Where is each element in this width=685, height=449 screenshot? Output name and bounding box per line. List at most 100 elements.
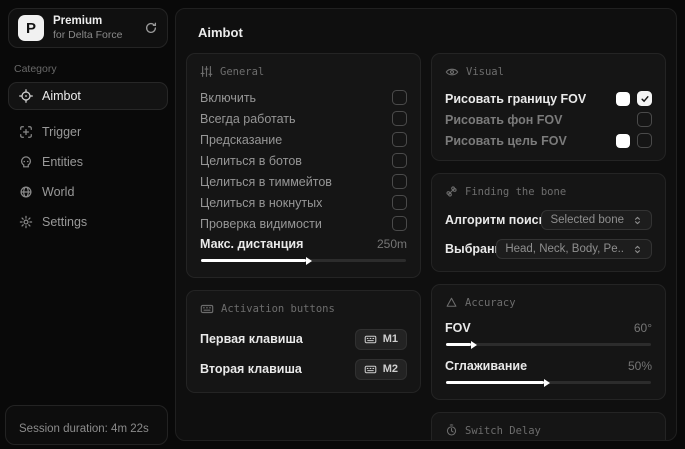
sidebar-item-label: World <box>42 185 74 199</box>
fov-slider[interactable] <box>446 343 651 346</box>
slider-label: FOV <box>445 321 471 335</box>
slider-value: 250m <box>377 237 407 251</box>
panel-title: Switch Delay <box>465 425 541 437</box>
app-logo: P <box>18 15 44 41</box>
keyboard-icon <box>364 333 377 346</box>
app-header-text: Premium for Delta Force <box>53 14 135 42</box>
visual-panel: Visual Рисовать границу FOV Рисовать фон… <box>431 53 666 161</box>
keybind-button-m2[interactable]: M2 <box>355 359 407 380</box>
checkbox[interactable] <box>392 132 407 147</box>
setting-row: Целиться в тиммейтов <box>200 174 407 189</box>
max-distance-slider[interactable] <box>201 259 406 262</box>
accuracy-panel-header: Accuracy <box>445 296 652 309</box>
smoothing-slider[interactable] <box>446 381 651 384</box>
setting-row: Рисовать границу FOV <box>445 91 652 106</box>
panel-title: Accuracy <box>465 297 516 309</box>
refresh-icon[interactable] <box>144 21 158 35</box>
sidebar-item-world[interactable]: World <box>8 178 168 206</box>
sidebar-item-trigger[interactable]: Trigger <box>8 118 168 146</box>
color-swatch[interactable] <box>616 134 630 148</box>
setting-row: Рисовать цель FOV <box>445 133 652 148</box>
checkbox[interactable] <box>392 174 407 189</box>
keybind-label: Вторая клавиша <box>200 362 302 376</box>
chevron-up-down-icon <box>632 215 643 226</box>
switch-delay-panel-header: Switch Delay <box>445 424 652 437</box>
keybind-button-m1[interactable]: M1 <box>355 329 407 350</box>
entities-icon <box>19 155 33 169</box>
setting-label: Целиться в ботов <box>200 154 302 168</box>
keyboard-icon <box>364 363 377 376</box>
slider-fill <box>201 259 306 262</box>
setting-row: Рисовать фон FOV <box>445 112 652 127</box>
app-subtitle: for Delta Force <box>53 29 135 42</box>
color-swatch[interactable] <box>616 92 630 106</box>
timer-icon <box>445 424 458 437</box>
sidebar-item-settings[interactable]: Settings <box>8 208 168 236</box>
sidebar-item-label: Aimbot <box>42 89 81 103</box>
sidebar-nav: Aimbot Trigger Entities <box>6 82 170 236</box>
sidebar-item-label: Entities <box>42 155 83 169</box>
accuracy-panel: Accuracy FOV 60° Сглаживание 50% <box>431 284 666 400</box>
app-header-card: P Premium for Delta Force <box>8 8 168 48</box>
setting-row: Выбранные кос Head, Neck, Body, Pe.. <box>445 239 652 259</box>
activation-panel-header: Activation buttons <box>200 302 407 316</box>
setting-label: Алгоритм поиска кост <box>445 213 541 227</box>
panel-title: Finding the bone <box>465 186 566 198</box>
switch-delay-panel: Switch Delay Задержка переключения Задер… <box>431 412 666 441</box>
panel-title: General <box>220 66 264 78</box>
bone-panel-header: Finding the bone <box>445 185 652 198</box>
globe-icon <box>19 185 33 199</box>
bone-algorithm-select[interactable]: Selected bone <box>541 210 652 230</box>
checkbox[interactable] <box>392 90 407 105</box>
checkbox[interactable] <box>392 111 407 126</box>
slider-value: 60° <box>634 321 652 335</box>
keybind-value: M2 <box>383 363 398 375</box>
sidebar-item-entities[interactable]: Entities <box>8 148 168 176</box>
keybind-label: Первая клавиша <box>200 332 303 346</box>
checkbox[interactable] <box>637 91 652 106</box>
setting-row: Алгоритм поиска кост Selected bone <box>445 210 652 230</box>
page-title: Aimbot <box>198 25 666 40</box>
setting-label: Проверка видимости <box>200 217 322 231</box>
max-distance-slider-block: Макс. дистанция 250m <box>200 237 407 262</box>
main-content: Aimbot General Включить Всегд <box>175 8 677 441</box>
slider-value: 50% <box>628 359 652 373</box>
setting-label: Целиться в нокнутых <box>200 196 322 210</box>
setting-label: Рисовать фон FOV <box>445 113 563 127</box>
finding-bone-panel: Finding the bone Алгоритм поиска кост Se… <box>431 173 666 272</box>
keybind-row: Первая клавиша M1 <box>200 328 407 350</box>
crosshair-icon <box>19 89 33 103</box>
category-label: Category <box>14 63 162 75</box>
sidebar: P Premium for Delta Force Category Aimbo… <box>0 0 175 449</box>
session-duration-label: Session duration: 4m 22s <box>19 423 149 435</box>
setting-label: Рисовать цель FOV <box>445 134 567 148</box>
checkbox[interactable] <box>392 216 407 231</box>
checkbox[interactable] <box>392 153 407 168</box>
general-panel: General Включить Всегда работать Предска… <box>186 53 421 278</box>
slider-fill <box>446 343 471 346</box>
checkbox[interactable] <box>637 112 652 127</box>
sidebar-item-label: Settings <box>42 215 87 229</box>
setting-row: Проверка видимости <box>200 216 407 231</box>
selected-bones-select[interactable]: Head, Neck, Body, Pe.. <box>496 239 652 259</box>
slider-label: Макс. дистанция <box>200 237 303 251</box>
sidebar-item-aimbot[interactable]: Aimbot <box>8 82 168 110</box>
fov-slider-block: FOV 60° <box>445 321 652 346</box>
setting-label: Рисовать границу FOV <box>445 92 586 106</box>
app-name: Premium <box>53 14 135 28</box>
select-value: Selected bone <box>550 214 624 226</box>
keybind-row: Вторая клавиша M2 <box>200 358 407 380</box>
trigger-icon <box>19 125 33 139</box>
general-panel-header: General <box>200 65 407 78</box>
setting-row: Целиться в ботов <box>200 153 407 168</box>
left-column: General Включить Всегда работать Предска… <box>186 53 421 441</box>
sliders-icon <box>200 65 213 78</box>
panel-title: Visual <box>466 66 504 78</box>
setting-label: Всегда работать <box>200 112 296 126</box>
checkbox[interactable] <box>392 195 407 210</box>
checkbox[interactable] <box>637 133 652 148</box>
setting-label: Включить <box>200 91 256 105</box>
keybind-value: M1 <box>383 333 398 345</box>
setting-row: Целиться в нокнутых <box>200 195 407 210</box>
setting-label: Выбранные кос <box>445 242 496 256</box>
